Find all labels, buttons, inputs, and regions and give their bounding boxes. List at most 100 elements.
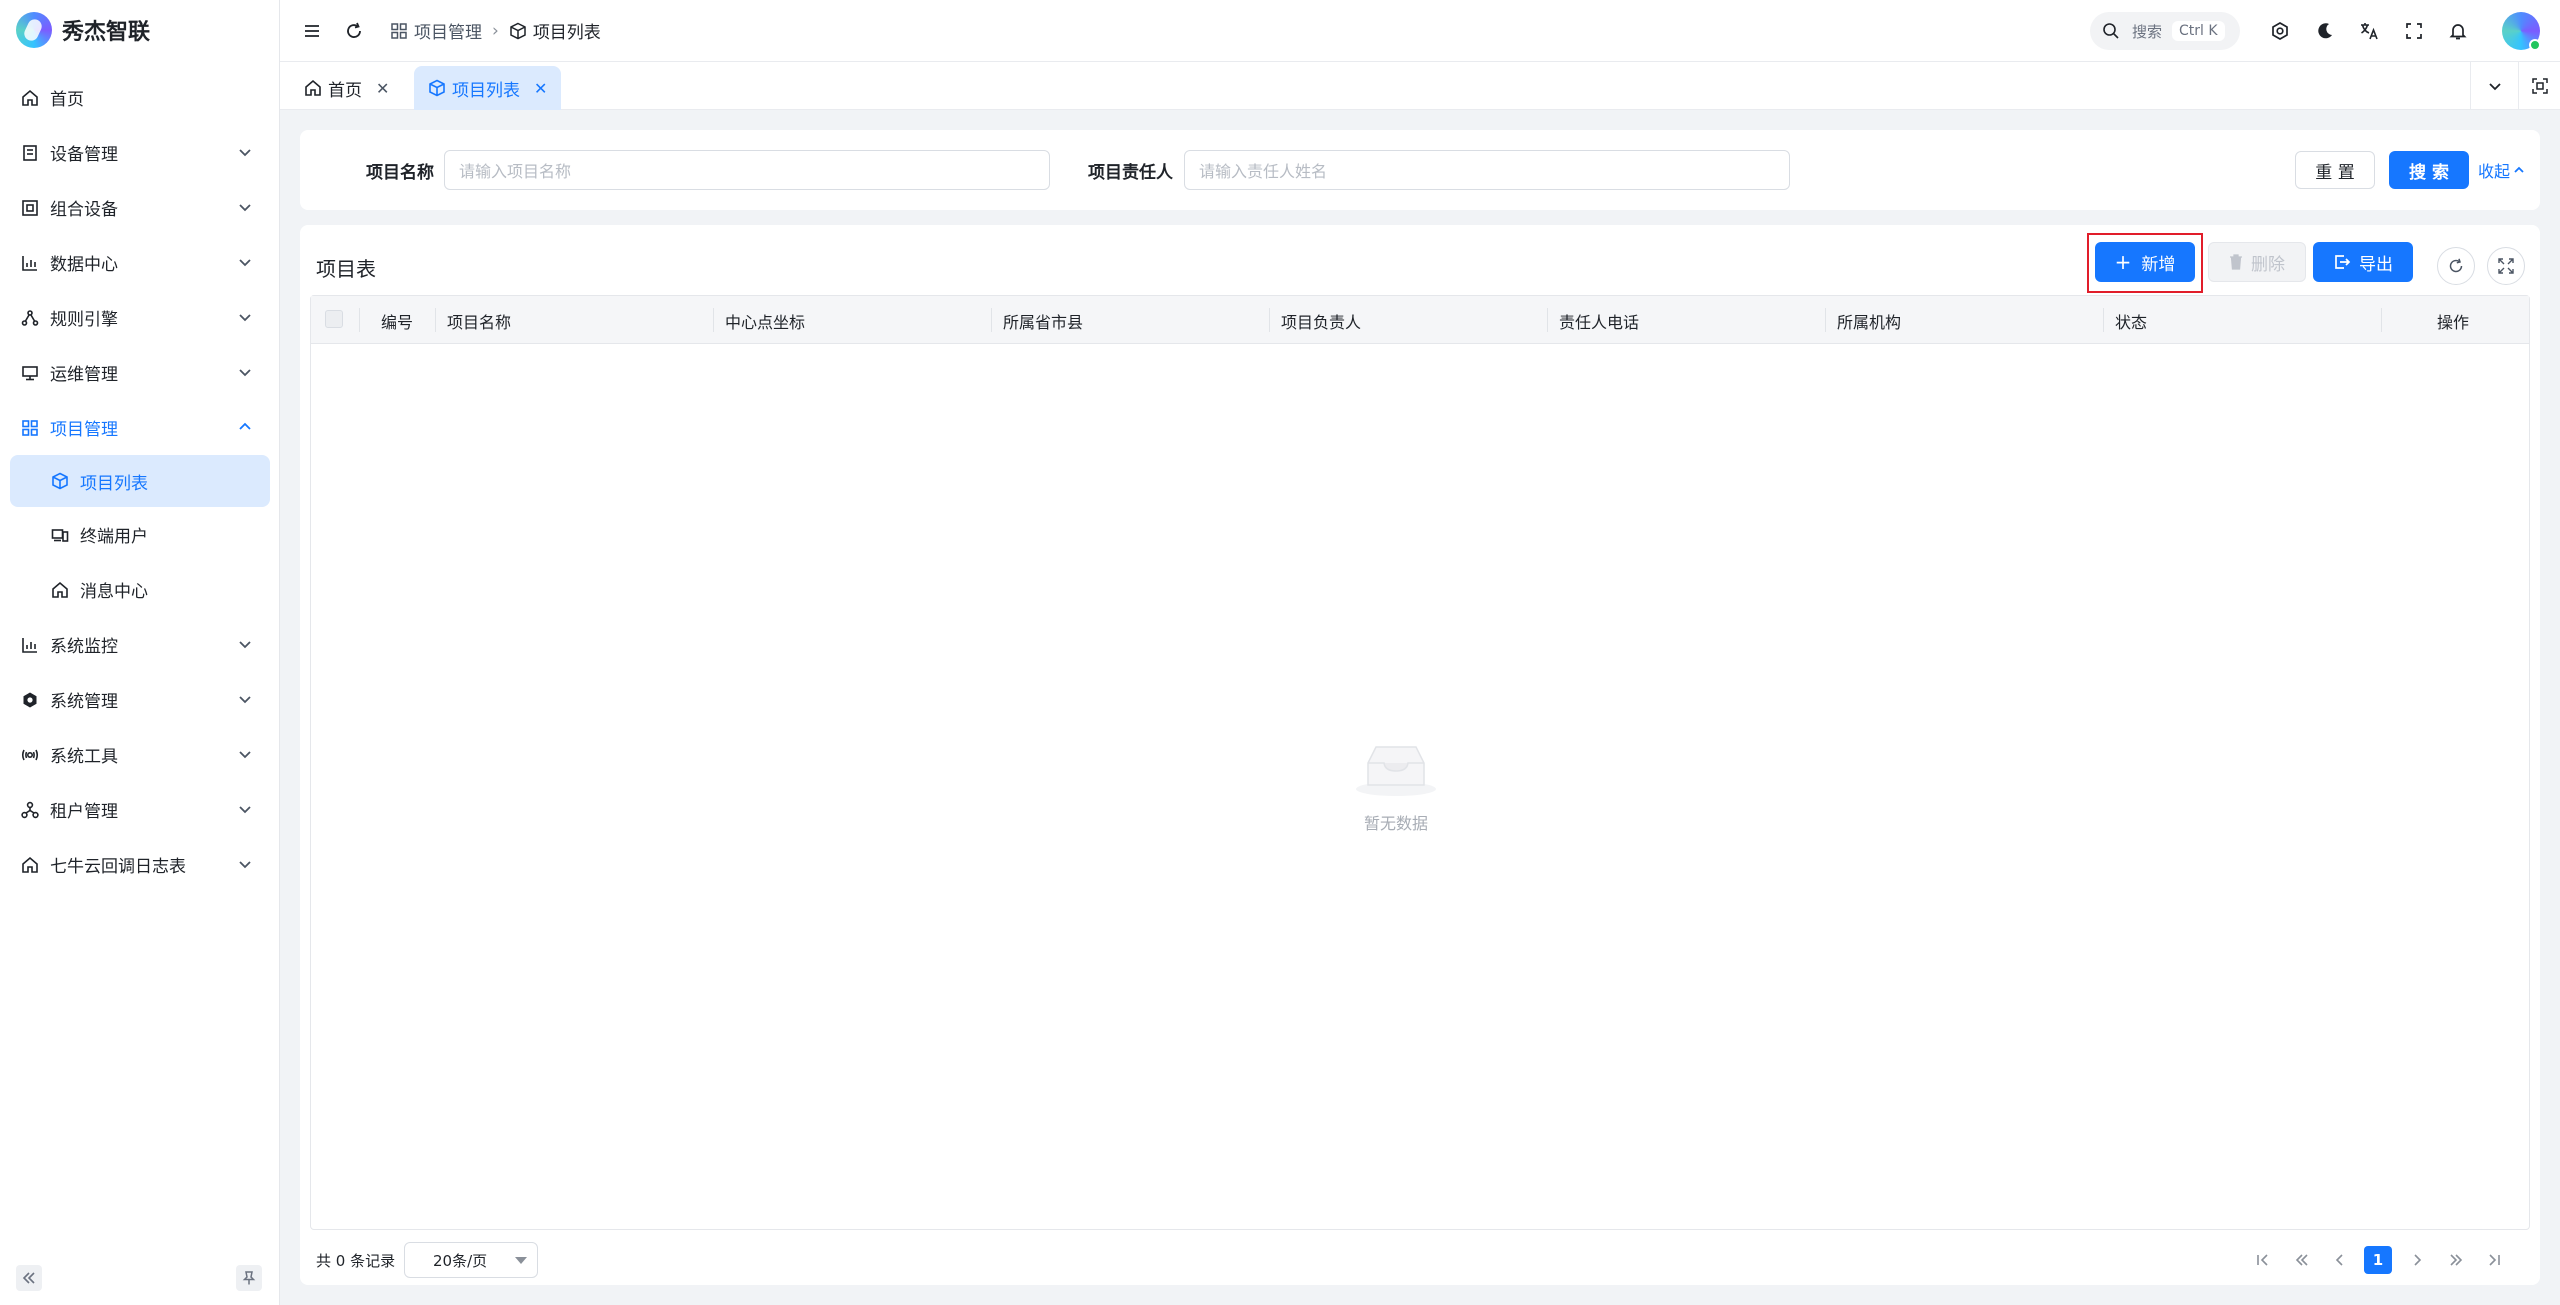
owner-label: 项目责任人 [1088, 163, 1173, 183]
tabs-dropdown-button[interactable] [2470, 62, 2518, 110]
sidebar-item-qiniu-log[interactable]: 七牛云回调日志表 [0, 837, 280, 892]
sidebar-item-message-center[interactable]: 消息中心 [0, 562, 280, 617]
dark-mode-toggle[interactable] [2312, 18, 2338, 44]
chevron-down-icon [239, 369, 251, 377]
next-group-button[interactable] [2442, 1246, 2470, 1274]
pin-icon [242, 1271, 256, 1285]
sidebar-item-device[interactable]: 设备管理 [0, 125, 280, 180]
translate-icon [2361, 23, 2378, 40]
project-name-input[interactable]: 请输入项目名称 [444, 150, 1050, 190]
breadcrumb: 项目管理 › 项目列表 [390, 18, 601, 43]
add-button[interactable]: + 新增 [2095, 242, 2195, 282]
app-logo[interactable]: 秀杰智联 [16, 12, 150, 48]
empty-inbox-icon [1356, 746, 1436, 796]
tab-project-list[interactable]: 项目列表 ✕ [414, 66, 562, 110]
search-button[interactable]: 搜 索 [2389, 151, 2469, 189]
language-button[interactable] [2356, 18, 2382, 44]
delete-button[interactable]: 删除 [2208, 242, 2306, 282]
prev-page-button[interactable] [2326, 1246, 2354, 1274]
settings-button[interactable] [2267, 18, 2293, 44]
sidebar: 秀杰智联 首页 设备管理 组合设备 数据中心 规则引擎 运维管理 项目管理 项目… [0, 0, 280, 1305]
caret-down-icon [515, 1257, 527, 1264]
column-header-region[interactable]: 所属省市县 [1003, 309, 1083, 333]
cube-icon [509, 22, 527, 40]
chevron-up-icon [2514, 166, 2524, 173]
column-divider [2103, 308, 2104, 332]
breadcrumb-item[interactable]: 项目管理 [414, 18, 482, 43]
sidebar-item-label: 七牛云回调日志表 [50, 857, 186, 877]
last-page-button[interactable] [2480, 1246, 2508, 1274]
home-icon [50, 580, 70, 600]
close-icon[interactable]: ✕ [376, 79, 389, 98]
select-all-checkbox[interactable] [325, 310, 343, 328]
column-divider [713, 308, 714, 332]
search-icon [2103, 23, 2119, 39]
fullscreen-table-button[interactable] [2487, 247, 2525, 285]
tabs-maximize-button[interactable] [2518, 62, 2560, 110]
sidebar-item-ops[interactable]: 运维管理 [0, 345, 280, 400]
chevron-down-icon [2488, 83, 2501, 91]
chevron-down-icon [239, 259, 251, 267]
export-label: 导出 [2359, 254, 2393, 275]
fullscreen-icon [2406, 23, 2422, 39]
empty-text: 暂无数据 [1363, 814, 1428, 833]
sidebar-item-project-list[interactable]: 项目列表 [10, 455, 270, 507]
refresh-page-button[interactable] [342, 19, 366, 43]
column-header-org[interactable]: 所属机构 [1837, 309, 1901, 333]
first-page-button[interactable] [2249, 1246, 2277, 1274]
prev-group-button[interactable] [2288, 1246, 2316, 1274]
global-search-button[interactable]: 搜索 Ctrl K [2090, 12, 2240, 50]
next-page-button[interactable] [2403, 1246, 2431, 1274]
combo-device-icon [20, 198, 40, 218]
sidebar-item-system-tools[interactable]: 系统工具 [0, 727, 280, 782]
sidebar-item-data-center[interactable]: 数据中心 [0, 235, 280, 290]
fullscreen-button[interactable] [2401, 18, 2427, 44]
notifications-button[interactable] [2445, 18, 2471, 44]
menu-icon [305, 25, 319, 37]
sidebar-item-project[interactable]: 项目管理 [0, 400, 280, 455]
grid-icon [390, 22, 408, 40]
page-number-current[interactable]: 1 [2364, 1246, 2392, 1274]
column-header-center-coords[interactable]: 中心点坐标 [725, 309, 805, 333]
close-icon[interactable]: ✕ [534, 79, 547, 98]
project-name-placeholder: 请输入项目名称 [459, 162, 572, 181]
double-chevron-left-icon [2295, 1254, 2308, 1266]
column-divider [1269, 308, 1270, 332]
pagination-bar: 共 0 条记录 20条/页 1 [316, 1242, 2524, 1278]
column-header-owner[interactable]: 项目负责人 [1281, 309, 1361, 333]
column-header-id[interactable]: 编号 [381, 309, 413, 333]
sidebar-item-tenant[interactable]: 租户管理 [0, 782, 280, 837]
column-divider [1825, 308, 1826, 332]
column-header-status[interactable]: 状态 [2115, 309, 2147, 333]
fullscreen-icon [2498, 258, 2514, 274]
tab-home[interactable]: 首页 ✕ [290, 66, 403, 110]
collapse-sidebar-button[interactable] [16, 1265, 42, 1291]
owner-placeholder: 请输入责任人姓名 [1199, 162, 1328, 181]
tools-icon [20, 745, 40, 765]
table-header: 编号 项目名称 中心点坐标 所属省市县 项目负责人 责任人电话 所属机构 状态 … [311, 296, 2529, 344]
pin-sidebar-button[interactable] [236, 1265, 262, 1291]
sidebar-item-rule-engine[interactable]: 规则引擎 [0, 290, 280, 345]
sidebar-item-combo-device[interactable]: 组合设备 [0, 180, 280, 235]
sidebar-item-system-monitor[interactable]: 系统监控 [0, 617, 280, 672]
page-size-select[interactable]: 20条/页 [404, 1242, 538, 1278]
sidebar-item-label: 组合设备 [50, 200, 118, 220]
reset-button[interactable]: 重 置 [2295, 151, 2375, 189]
column-header-actions: 操作 [2437, 313, 2470, 332]
export-button[interactable]: 导出 [2313, 242, 2413, 282]
collapse-label: 收起 [2478, 162, 2511, 181]
chevron-down-icon [239, 806, 251, 814]
owner-input[interactable]: 请输入责任人姓名 [1184, 150, 1790, 190]
column-header-project-name[interactable]: 项目名称 [447, 309, 511, 333]
sidebar-item-label: 消息中心 [80, 582, 148, 602]
column-header-phone[interactable]: 责任人电话 [1559, 309, 1639, 333]
user-avatar[interactable] [2502, 12, 2541, 51]
column-divider [991, 308, 992, 332]
refresh-table-button[interactable] [2437, 247, 2475, 285]
sidebar-item-terminal-user[interactable]: 终端用户 [0, 507, 280, 562]
sidebar-item-system-manage[interactable]: 系统管理 [0, 672, 280, 727]
sidebar-item-home[interactable]: 首页 [0, 70, 280, 125]
search-shortcut: Ctrl K [2172, 21, 2225, 41]
menu-toggle-button[interactable] [300, 19, 324, 43]
collapse-filter-link[interactable]: 收起 [2478, 158, 2526, 182]
